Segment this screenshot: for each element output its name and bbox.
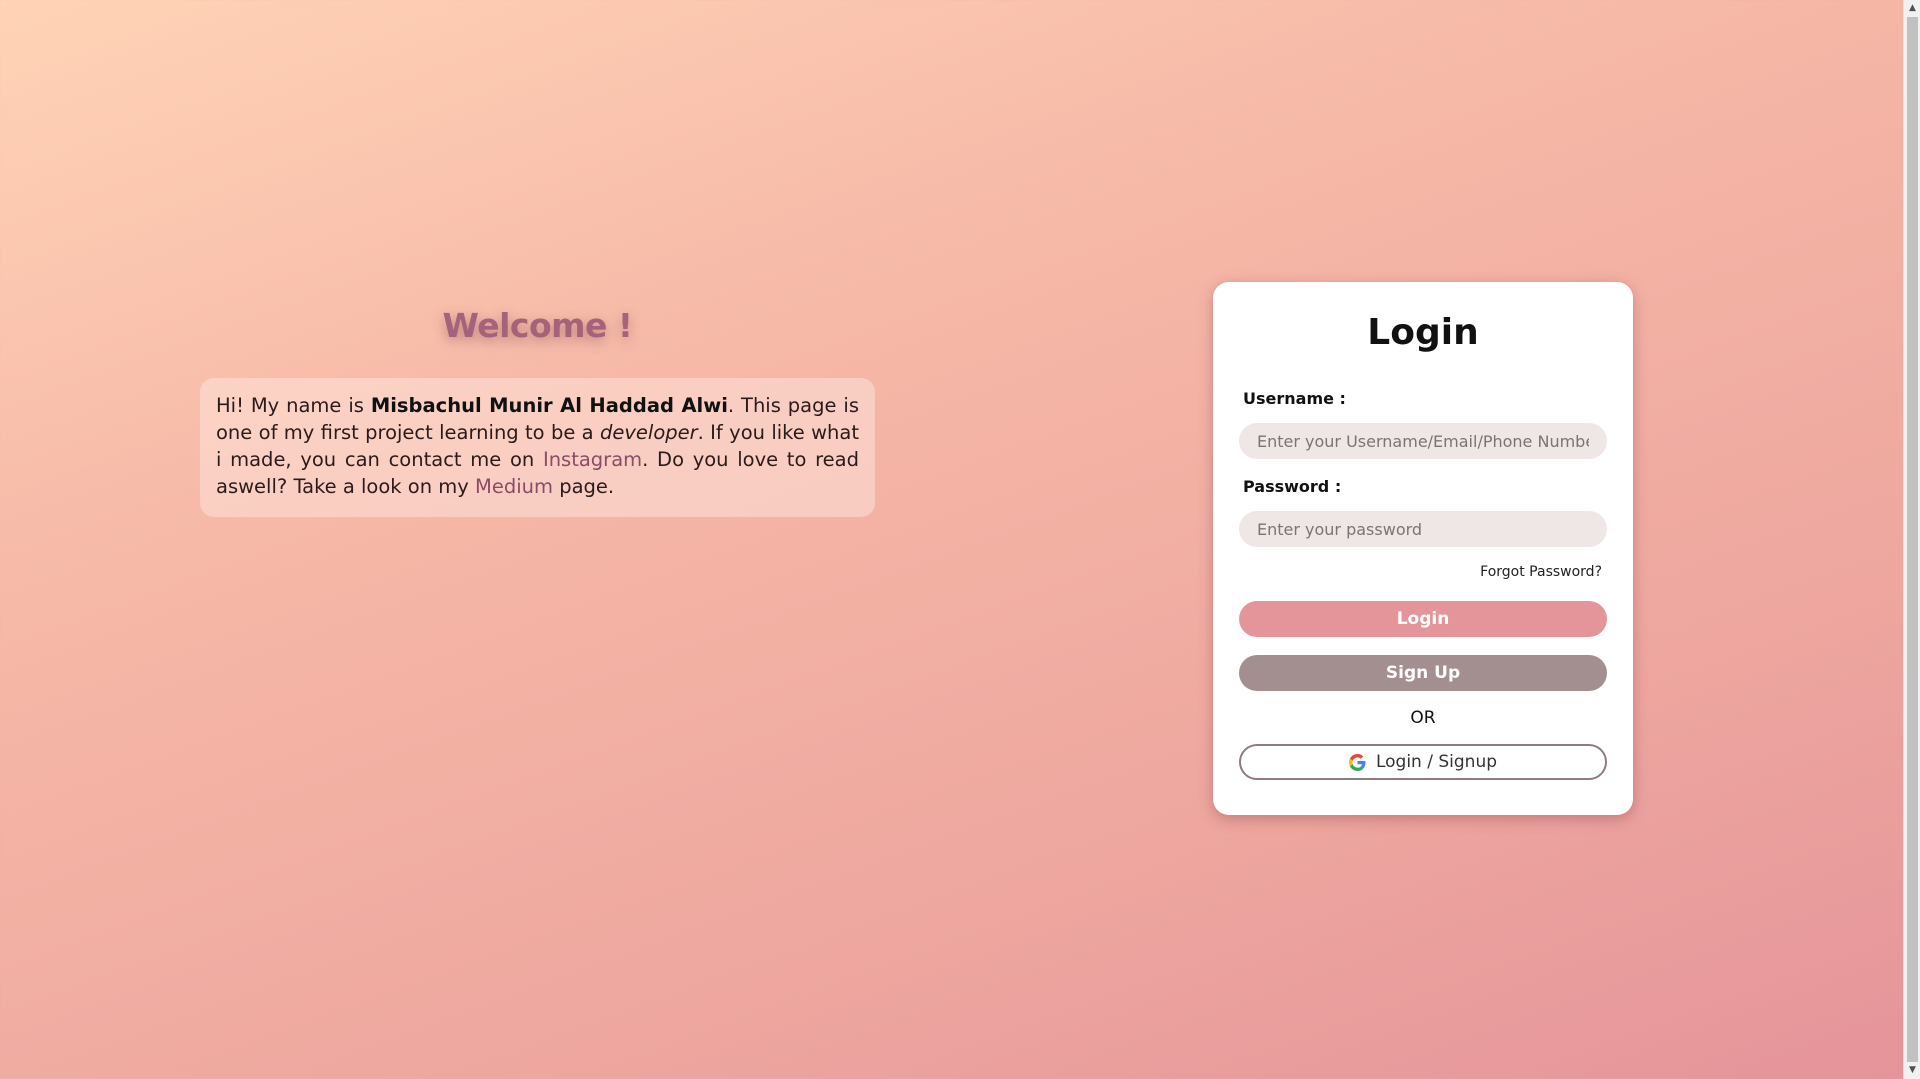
- medium-link[interactable]: Medium: [475, 475, 553, 498]
- login-button[interactable]: Login: [1239, 601, 1607, 637]
- scroll-up-arrow-icon[interactable]: ▲: [1904, 0, 1920, 17]
- instagram-link[interactable]: Instagram: [543, 448, 642, 471]
- google-icon: [1348, 753, 1366, 771]
- login-title: Login: [1367, 312, 1479, 353]
- bio-role: developer: [599, 421, 698, 444]
- or-divider: OR: [1410, 708, 1436, 728]
- login-button-label: Login: [1396, 609, 1450, 629]
- bio-card: Hi! My name is Misbachul Munir Al Haddad…: [200, 378, 875, 517]
- password-input[interactable]: [1239, 511, 1607, 547]
- signup-button-label: Sign Up: [1385, 663, 1461, 683]
- signup-button[interactable]: Sign Up: [1239, 655, 1607, 691]
- password-label: Password :: [1243, 477, 1342, 496]
- vertical-scrollbar[interactable]: ▲ ▼: [1903, 0, 1920, 1079]
- scrollbar-thumb[interactable]: [1907, 17, 1918, 1062]
- forgot-password-link[interactable]: Forgot Password?: [1480, 564, 1602, 580]
- google-login-button[interactable]: Login / Signup: [1239, 744, 1607, 780]
- welcome-title: Welcome !: [442, 306, 633, 345]
- google-button-label: Login / Signup: [1375, 752, 1498, 772]
- login-card: Login Username : Password : Forgot Passw…: [1213, 282, 1633, 815]
- username-input[interactable]: [1239, 423, 1607, 459]
- bio-text-intro: Hi! My name is: [216, 394, 371, 417]
- scroll-down-arrow-icon[interactable]: ▼: [1904, 1062, 1920, 1079]
- author-name: Misbachul Munir Al Haddad Alwi: [370, 394, 728, 417]
- bio-text-end: page.: [553, 475, 615, 498]
- username-label: Username :: [1243, 389, 1346, 408]
